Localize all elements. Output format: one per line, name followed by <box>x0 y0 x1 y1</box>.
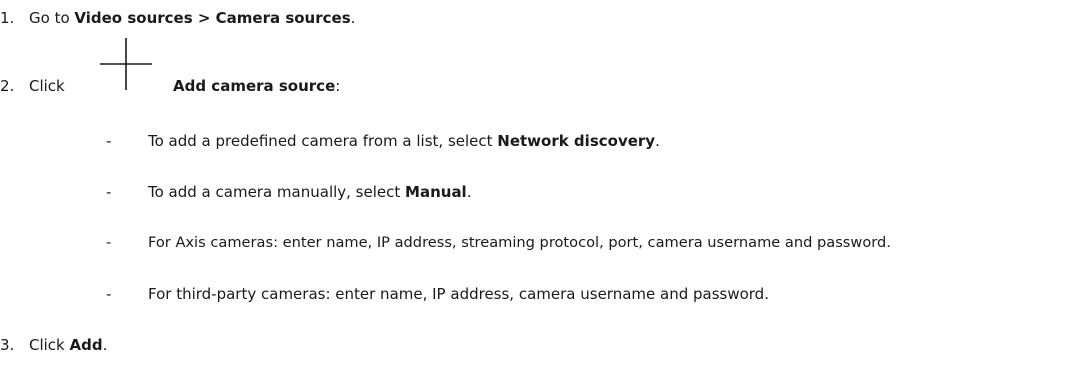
list-bullet: - <box>106 183 112 201</box>
step-text: Go to <box>29 9 75 27</box>
list-item-text: To add a camera manually, select <box>148 183 406 201</box>
list-item-text: To add a predefined camera from a list, … <box>148 132 498 150</box>
step-text: Click <box>29 336 70 354</box>
list-bullet: - <box>106 234 112 251</box>
step-number: 1. <box>0 9 15 27</box>
step-number: 2. <box>0 77 15 95</box>
list-item-punctuation: . <box>655 132 660 150</box>
list-item: - For Axis cameras: enter name, IP addres… <box>106 233 891 253</box>
step-3: 3. Click Add. <box>0 335 107 355</box>
list-item-text: For Axis cameras: enter name, IP address… <box>148 234 891 251</box>
step-text: Click <box>29 77 65 95</box>
list-item-punctuation: . <box>466 183 472 201</box>
list-bullet: - <box>106 285 112 303</box>
step-2: 2. Click <box>0 76 65 96</box>
step-2-action: Add camera source: <box>173 76 340 96</box>
list-item-text: For third-party cameras: enter name, IP … <box>148 285 769 303</box>
option-name: Manual <box>405 183 467 201</box>
list-item: - To add a predefined camera from a list,… <box>106 131 660 151</box>
button-name: Add camera source <box>173 77 336 95</box>
step-punctuation: . <box>350 9 356 27</box>
menu-path: Video sources > Camera sources <box>74 9 351 27</box>
list-item: - For third-party cameras: enter name, IP… <box>106 284 769 304</box>
list-item: - To add a camera manually, select Manual… <box>106 182 471 202</box>
button-name: Add <box>69 336 103 354</box>
plus-icon <box>98 36 154 92</box>
step-1: 1. Go to Video sources > Camera sources. <box>0 8 355 28</box>
step-number: 3. <box>0 336 15 354</box>
step-punctuation: : <box>335 77 341 95</box>
step-punctuation: . <box>102 336 108 354</box>
option-name: Network discovery <box>497 132 656 150</box>
list-bullet: - <box>106 132 112 150</box>
